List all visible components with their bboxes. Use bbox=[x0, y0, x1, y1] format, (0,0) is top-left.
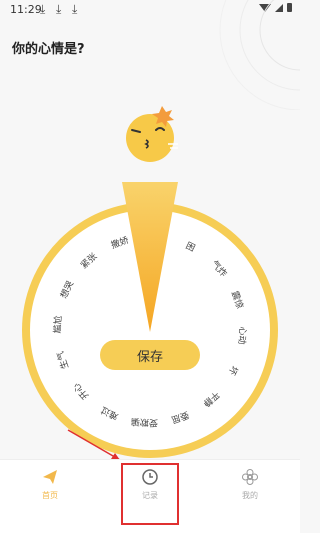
paper-plane-icon bbox=[43, 470, 57, 484]
tab-home-label: 首页 bbox=[42, 491, 58, 500]
tab-mine-label: 我的 bbox=[242, 491, 258, 500]
annotation-arrow bbox=[67, 429, 121, 461]
tab-home[interactable]: 首页 bbox=[20, 468, 80, 518]
highlight-box bbox=[121, 463, 179, 525]
flower-icon bbox=[242, 469, 258, 485]
tab-mine[interactable]: 我的 bbox=[220, 468, 280, 518]
